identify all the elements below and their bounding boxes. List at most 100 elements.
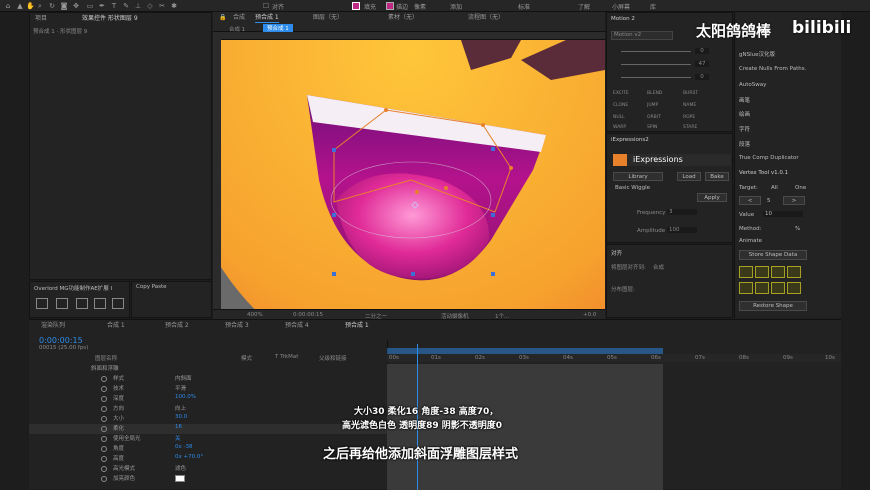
motion-btn-clone[interactable]: CLONE — [613, 103, 628, 108]
property-row-highlight-mode[interactable]: 高光模式 滤色 — [29, 464, 389, 474]
rp-item-7[interactable]: 段落 — [739, 140, 750, 148]
eraser-tool-icon[interactable]: ◇ — [146, 2, 154, 10]
iexp-tab-load[interactable]: Load — [677, 172, 701, 181]
tab-project[interactable]: 项目 — [35, 13, 47, 24]
property-row-highlight-color[interactable]: 加亮颜色 — [29, 474, 389, 484]
property-row-direction[interactable]: 方向 向上 — [29, 404, 389, 414]
stroke-swatch-icon[interactable] — [386, 2, 394, 10]
layer-tab[interactable]: 图层（无） — [313, 12, 343, 23]
fill-label[interactable]: 填充 — [364, 2, 376, 11]
stopwatch-icon[interactable] — [101, 456, 107, 462]
stopwatch-icon[interactable] — [101, 476, 107, 482]
roto-tool-icon[interactable]: ✂ — [158, 2, 166, 10]
stopwatch-icon[interactable] — [101, 386, 107, 392]
composition-viewer[interactable] — [221, 40, 605, 309]
iexp-tab-library[interactable]: Library — [613, 172, 663, 181]
vertex-icon-4[interactable] — [787, 266, 801, 278]
vertex-icon-5[interactable] — [739, 282, 753, 294]
motion-slider-value-2[interactable]: 47 — [695, 61, 709, 67]
tab-render-queue[interactable]: 渲染队列 — [41, 320, 65, 331]
rp-item-5[interactable]: 绘画 — [739, 110, 750, 118]
align-label[interactable]: 对齐 — [272, 2, 284, 11]
workspace-label-3[interactable]: 库 — [650, 2, 656, 11]
motion-slider-value-1[interactable]: 0 — [695, 48, 709, 54]
add-label[interactable]: 添加 — [450, 2, 462, 11]
workspace-label-1[interactable]: 标准 — [518, 2, 530, 11]
vertex-icon-1[interactable] — [739, 266, 753, 278]
viewer-timecode[interactable]: 0:00:00:15 — [293, 312, 323, 318]
selection-tool-icon[interactable]: ▲ — [16, 2, 24, 10]
motion-btn-burst[interactable]: BURST — [683, 91, 698, 96]
hand-tool-icon[interactable]: ✋ — [26, 2, 35, 10]
text-tool-icon[interactable]: T — [110, 2, 118, 10]
property-row-size[interactable]: 大小 30.0 — [29, 414, 389, 424]
vertex-icon-2[interactable] — [755, 266, 769, 278]
footage-tab[interactable]: 素材（无） — [388, 12, 418, 23]
highlight-color-swatch[interactable] — [175, 475, 185, 482]
rp-item-4[interactable]: 画笔 — [739, 96, 750, 104]
vertex-target-all[interactable]: All — [771, 185, 778, 191]
motion-version-select[interactable]: Motion v2 — [611, 31, 673, 40]
store-shape-button[interactable]: Store Shape Data — [739, 250, 807, 260]
stopwatch-icon[interactable] — [101, 406, 107, 412]
playhead[interactable] — [417, 344, 418, 490]
pen-tool-icon[interactable]: ✒ — [98, 2, 106, 10]
motion-slider-2[interactable] — [621, 64, 691, 65]
zoom-tool-icon[interactable]: ⌕ — [36, 2, 44, 10]
fill-swatch-icon[interactable] — [352, 2, 360, 10]
rectangle-tool-icon[interactable]: ▭ — [86, 2, 94, 10]
overlord-push-icon[interactable] — [36, 298, 48, 309]
camera-tool-icon[interactable]: ◙ — [60, 2, 68, 10]
tab-effect-controls[interactable]: 效果控件 形状图层 9 — [82, 13, 138, 24]
vertex-icon-3[interactable] — [771, 266, 785, 278]
snap-checkbox-icon[interactable]: ☐ — [262, 2, 270, 10]
learn-label[interactable]: 了解 — [578, 2, 590, 11]
workspace-label-2[interactable]: 小屏幕 — [612, 2, 630, 11]
vertex-animate-checkbox[interactable]: Animate — [739, 238, 762, 244]
tab-comp-1[interactable]: 合成 1 — [107, 320, 125, 331]
rp-item-6[interactable]: 字符 — [739, 125, 750, 133]
property-row-style[interactable]: 样式 内斜面 — [29, 374, 389, 384]
motion-slider-3[interactable] — [621, 77, 691, 78]
time-ruler[interactable]: 00s 01s 02s 03s 04s 05s 06s 07s 08s 09s … — [387, 354, 841, 362]
motion-btn-excite[interactable]: EXCITE — [613, 91, 629, 96]
stroke-label[interactable]: 描边 — [396, 2, 408, 11]
stopwatch-icon[interactable] — [101, 376, 107, 382]
stroke-value[interactable]: 像素 — [414, 2, 426, 11]
vertex-step-value[interactable]: 5 — [767, 198, 771, 204]
stopwatch-icon[interactable] — [101, 446, 107, 452]
rp-item-1[interactable]: gNSlue汉化版 — [739, 50, 775, 58]
rp-item-8[interactable]: True Comp Duplicator — [739, 155, 799, 161]
vertex-value-input[interactable]: 10 — [763, 211, 803, 217]
vertex-icon-6[interactable] — [755, 282, 769, 294]
property-row-technique[interactable]: 技术 平滑 — [29, 384, 389, 394]
comp-breadcrumb-right[interactable]: 预合成 1 — [263, 24, 293, 32]
vertex-icon-7[interactable] — [771, 282, 785, 294]
overlord-pull-icon[interactable] — [56, 298, 68, 309]
motion-btn-null[interactable]: NULL — [613, 115, 625, 120]
motion-btn-blend[interactable]: BLEND — [647, 91, 662, 96]
motion-slider-value-3[interactable]: 0 — [695, 74, 709, 80]
home-icon[interactable]: ⌂ — [4, 2, 12, 10]
anchor-tool-icon[interactable]: ✥ — [72, 2, 80, 10]
comp-lock-icon[interactable]: 🔒 — [219, 12, 226, 23]
rotate-tool-icon[interactable]: ↻ — [48, 2, 56, 10]
stopwatch-icon[interactable] — [101, 396, 107, 402]
overlord-add-icon[interactable] — [112, 298, 124, 309]
brush-tool-icon[interactable]: ✎ — [122, 2, 130, 10]
motion-btn-warp[interactable]: WARP — [613, 125, 626, 130]
vertex-icon-8[interactable] — [787, 282, 801, 294]
motion-btn-stare[interactable]: STARE — [683, 125, 697, 130]
comp-tab-prefix[interactable]: 合成 — [233, 12, 245, 23]
property-row-soften[interactable]: 柔化 16 — [29, 424, 389, 434]
vertex-increment-button[interactable]: > — [783, 196, 805, 205]
rp-item-3[interactable]: AutoSway — [739, 82, 766, 88]
overlord-split-icon[interactable] — [76, 298, 88, 309]
flowchart-tab[interactable]: 流程图（无） — [468, 12, 504, 23]
stopwatch-icon[interactable] — [101, 436, 107, 442]
motion-slider-1[interactable] — [621, 51, 691, 52]
motion-btn-jump[interactable]: JUMP — [647, 103, 658, 108]
timeline-timecode[interactable]: 0:00:00:15 — [39, 336, 83, 345]
rp-item-2[interactable]: Create Nulls From Paths. — [739, 66, 806, 72]
align-to-select[interactable]: 合成 — [653, 263, 664, 271]
